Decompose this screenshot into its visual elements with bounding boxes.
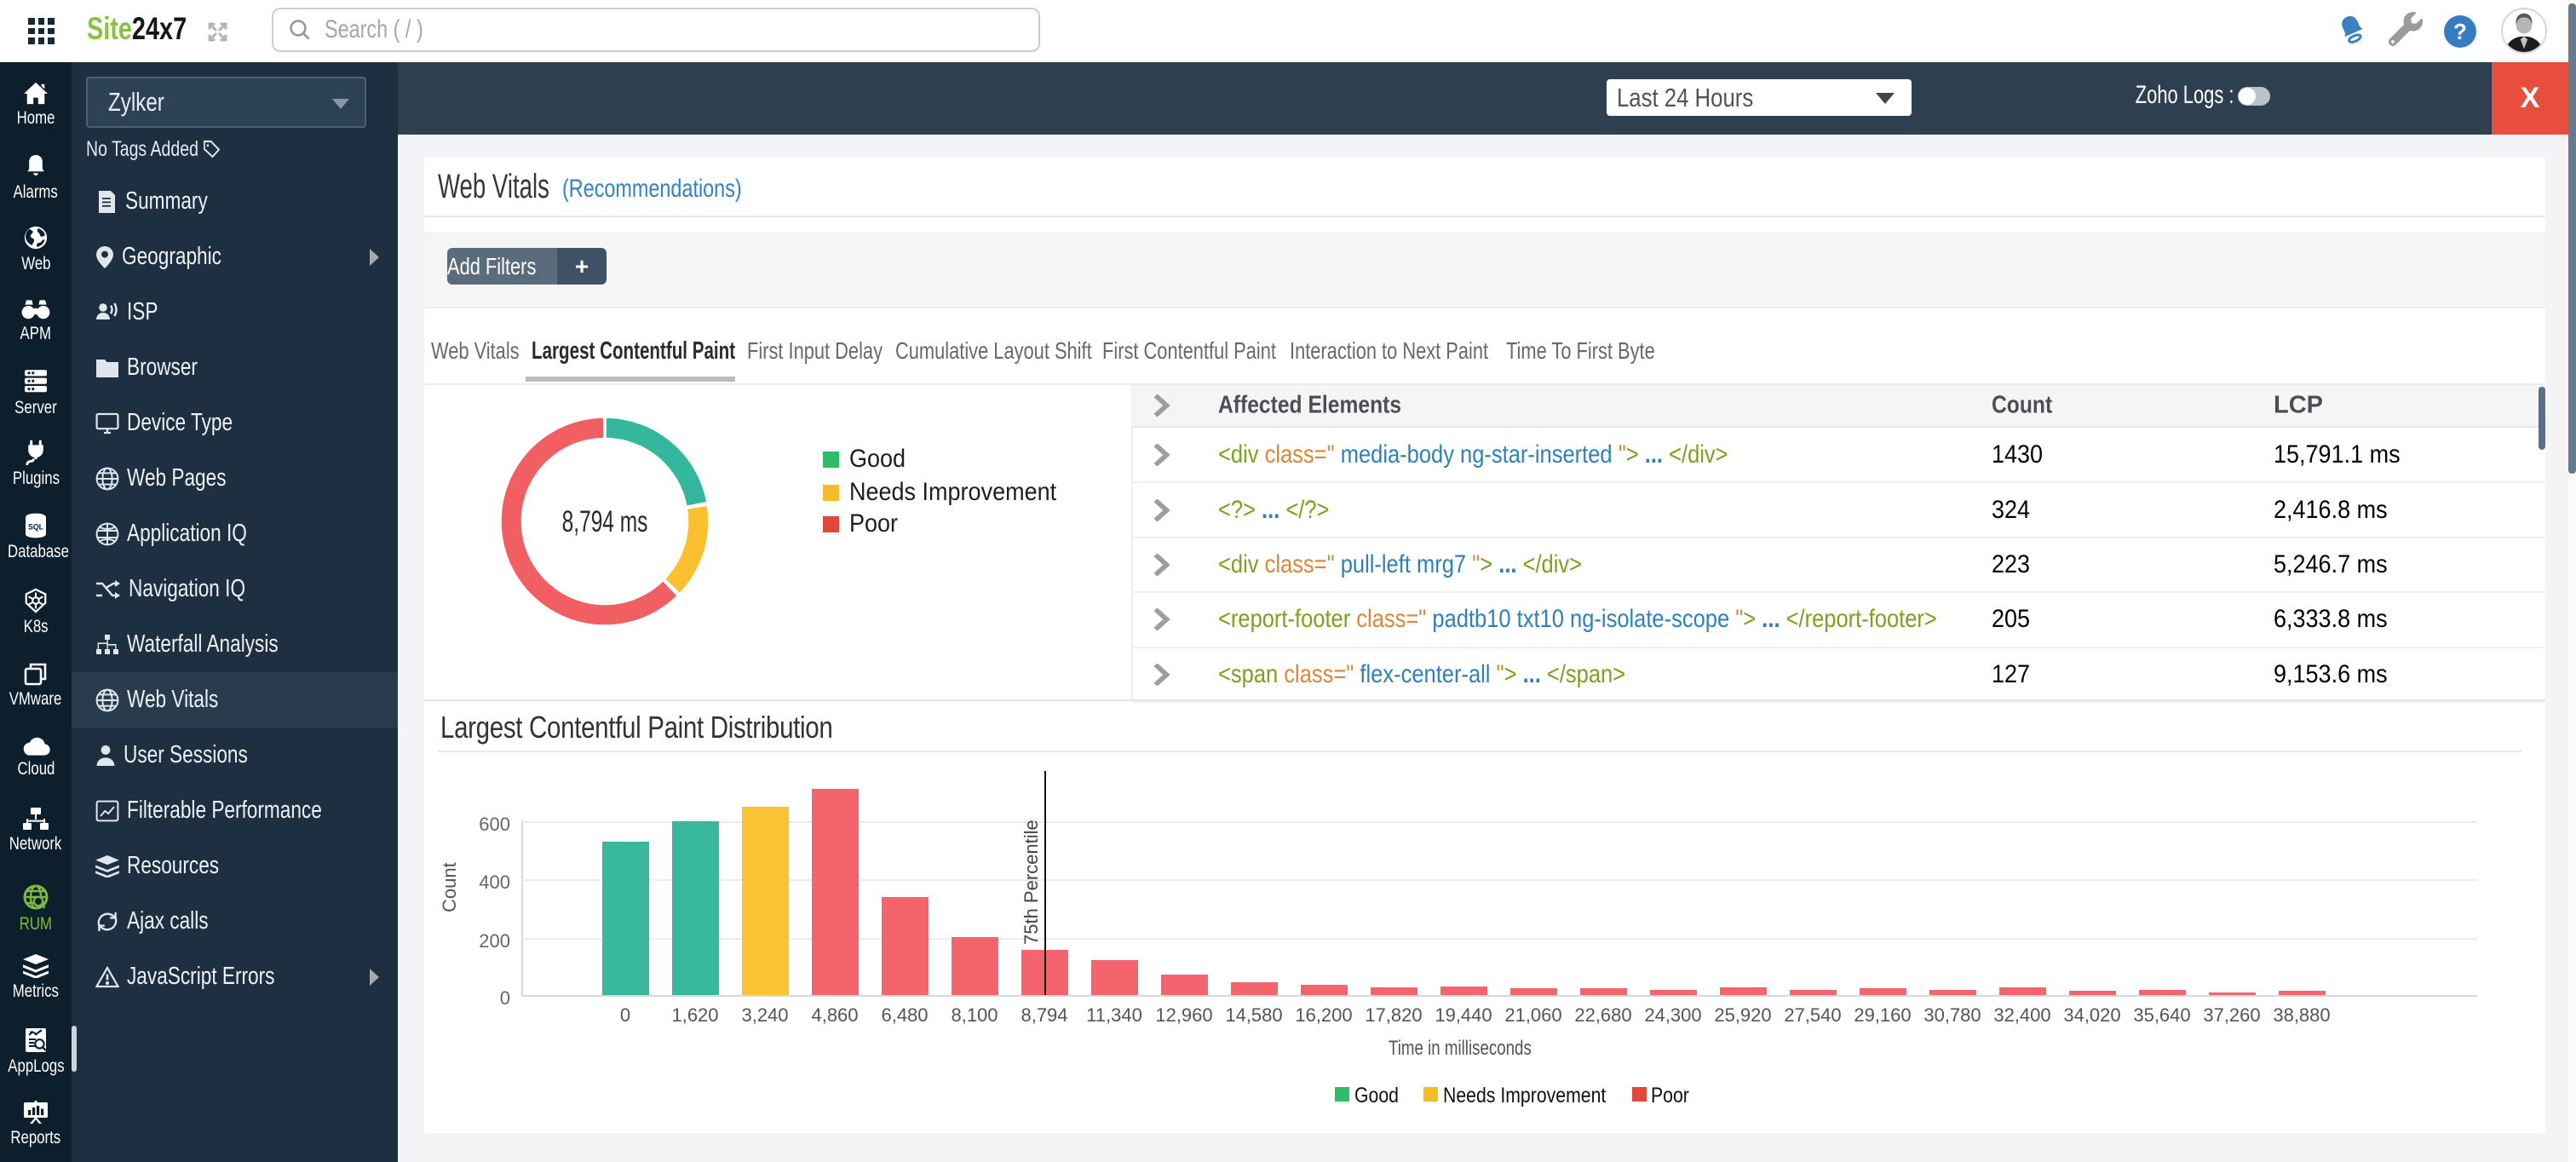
svg-text:SQL: SQL bbox=[28, 523, 44, 532]
svg-text:8,794 ms: 8,794 ms bbox=[562, 506, 648, 538]
